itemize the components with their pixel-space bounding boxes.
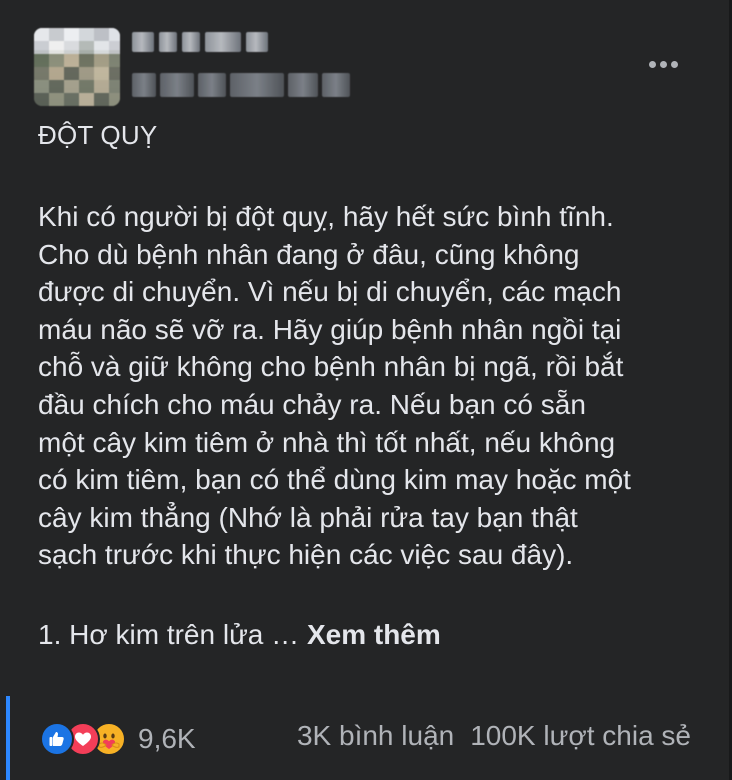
- avatar-pixel: [79, 80, 94, 93]
- avatar-pixel: [34, 41, 49, 54]
- avatar-pixel: [64, 28, 79, 41]
- avatar-pixel: [34, 67, 49, 80]
- post-list-intro: 1. Hơ kim trên lửa …: [38, 619, 300, 650]
- post-timestamp-redacted[interactable]: [132, 70, 382, 100]
- redacted-block: [182, 32, 200, 52]
- avatar-pixel: [94, 28, 109, 41]
- more-options-dot-icon: [670, 60, 678, 68]
- redacted-block: [205, 32, 241, 52]
- avatar-pixel: [64, 80, 79, 93]
- avatar-pixel: [64, 54, 79, 67]
- redacted-block: [322, 73, 350, 97]
- see-more-link[interactable]: Xem thêm: [307, 619, 441, 650]
- avatar-pixel: [79, 41, 94, 54]
- more-options-dot-icon: [659, 60, 667, 68]
- redacted-block: [132, 32, 154, 52]
- avatar-pixel: [34, 28, 49, 41]
- like-icon: [40, 722, 74, 756]
- avatar-pixel: [109, 93, 120, 106]
- post-body-text: Khi có người bị đột quỵ, hãy hết sức bìn…: [38, 201, 631, 571]
- engagement-summary: 3K bình luận 100K lượt chia sẻ: [297, 720, 691, 752]
- left-accent-bar: [6, 696, 10, 780]
- avatar-pixel: [94, 80, 109, 93]
- facebook-post-card: ĐỘT QUỴ Khi có người bị đột quỵ, hãy hết…: [0, 0, 732, 780]
- avatar-pixel: [49, 28, 64, 41]
- avatar-pixel: [94, 54, 109, 67]
- avatar-pixel: [109, 28, 120, 41]
- avatar-pixel: [49, 54, 64, 67]
- redacted-block: [132, 73, 156, 97]
- avatar-pixel: [49, 41, 64, 54]
- avatar-pixel: [64, 93, 79, 106]
- redacted-block: [160, 73, 194, 97]
- author-name-redacted[interactable]: [132, 31, 284, 53]
- avatar-pixel: [34, 80, 49, 93]
- avatar-pixel: [79, 67, 94, 80]
- avatar-pixel: [109, 54, 120, 67]
- redacted-block: [159, 32, 177, 52]
- reaction-count[interactable]: 9,6K: [138, 723, 196, 755]
- avatar-pixel: [109, 67, 120, 80]
- redacted-block: [230, 73, 284, 97]
- avatar-pixel: [34, 54, 49, 67]
- more-options-dot-icon: [648, 60, 656, 68]
- avatar-pixel: [64, 67, 79, 80]
- redacted-block: [246, 32, 268, 52]
- redacted-block: [288, 73, 318, 97]
- avatar-pixel: [64, 41, 79, 54]
- avatar-pixel: [94, 67, 109, 80]
- post-title: ĐỘT QUỴ: [38, 120, 158, 150]
- avatar-pixel: [94, 41, 109, 54]
- redacted-block: [198, 73, 226, 97]
- avatar-pixel: [34, 93, 49, 106]
- author-avatar-blurred[interactable]: [34, 28, 120, 106]
- post-truncated-line: 1. Hơ kim trên lửa … Xem thêm: [38, 617, 441, 653]
- avatar-pixel: [79, 54, 94, 67]
- avatar-pixel: [79, 93, 94, 106]
- reaction-summary[interactable]: 9,6K: [40, 719, 196, 759]
- avatar-pixel: [49, 80, 64, 93]
- avatar-pixel: [109, 41, 120, 54]
- comments-count-link[interactable]: 3K bình luận: [297, 720, 454, 752]
- shares-count-link[interactable]: 100K lượt chia sẻ: [470, 720, 691, 752]
- avatar-pixel: [79, 28, 94, 41]
- more-options-button[interactable]: [643, 50, 683, 78]
- post-header: [34, 28, 689, 106]
- avatar-pixel: [109, 80, 120, 93]
- avatar-pixel: [94, 93, 109, 106]
- avatar-pixel: [49, 93, 64, 106]
- avatar-pixel: [49, 67, 64, 80]
